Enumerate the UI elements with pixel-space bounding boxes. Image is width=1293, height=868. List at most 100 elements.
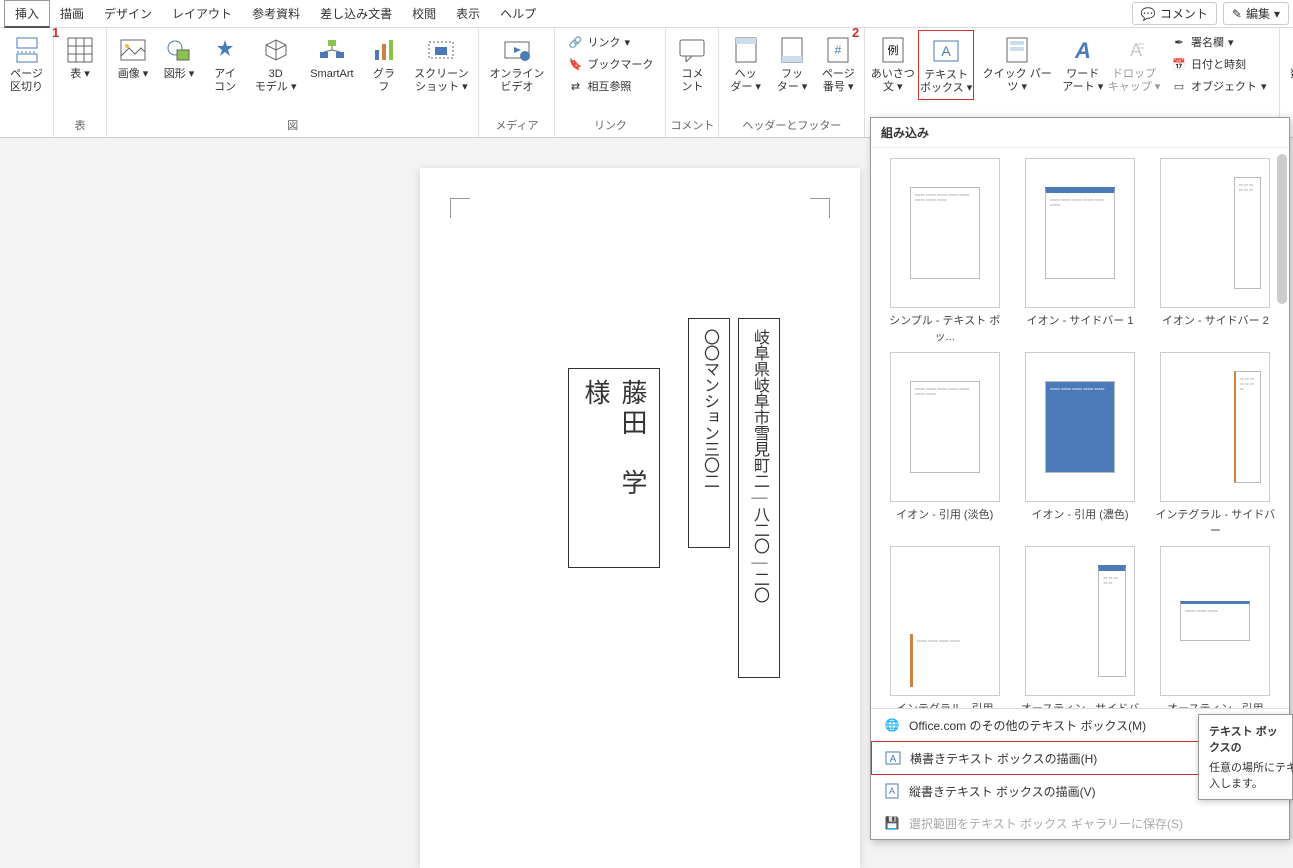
dropdown-gallery[interactable]: xxxxx xxxxx xxxxx xxxxx xxxxx xxxxx xxxx… bbox=[871, 148, 1289, 708]
office-label: Office.com のその他のテキスト ボックス(M) bbox=[909, 717, 1146, 734]
chart-icon bbox=[368, 34, 400, 66]
svg-text:#: # bbox=[835, 43, 842, 57]
greeting-button[interactable]: 例あいさつ 文 ▾ bbox=[869, 30, 916, 98]
menu-bar: 挿入 描画 デザイン レイアウト 参考資料 差し込み文書 校閲 表示 ヘルプ 💬… bbox=[0, 0, 1293, 28]
shapes-label: 図形 bbox=[164, 68, 186, 80]
dropcap-icon: A bbox=[1118, 34, 1150, 66]
margin-corner bbox=[810, 198, 830, 218]
tab-insert[interactable]: 挿入 bbox=[4, 0, 50, 28]
pagenum-button[interactable]: #ページ 番号 ▾ bbox=[816, 30, 860, 98]
tab-draw[interactable]: 描画 bbox=[50, 1, 94, 26]
online-video-button[interactable]: オンライン ビデオ bbox=[483, 30, 550, 98]
gallery-item[interactable]: xx xx xx xx xxオースティン - サイドバー bbox=[1016, 546, 1143, 708]
scrollbar[interactable] bbox=[1277, 154, 1287, 304]
gallery-item[interactable]: xxxxx xxxxx xxxxx xxxxxインテグラル - 引用 bbox=[881, 546, 1008, 708]
image-button[interactable]: 画像 ▾ bbox=[111, 30, 155, 85]
equation-button[interactable]: π数式 ▾ bbox=[1284, 30, 1293, 85]
chart-label: グラフ bbox=[368, 68, 401, 94]
datetime-button[interactable]: 📅日付と時刻 bbox=[1167, 54, 1271, 74]
crossref-icon: ⇄ bbox=[567, 78, 583, 94]
signature-icon: ✒ bbox=[1171, 34, 1187, 50]
gallery-label: オースティン - サイドバー bbox=[1016, 700, 1143, 708]
save-icon: 💾 bbox=[883, 814, 901, 832]
wordart-button[interactable]: Aワード アート ▾ bbox=[1060, 30, 1105, 98]
group-illustrations-label: 図 bbox=[111, 115, 474, 135]
comment-button[interactable]: コメント bbox=[670, 30, 714, 98]
greeting-label: あいさつ 文 bbox=[871, 68, 915, 93]
gallery-label: インテグラル - サイドバー bbox=[1152, 506, 1279, 538]
tab-layout[interactable]: レイアウト bbox=[162, 1, 242, 26]
video-label: オンライン ビデオ bbox=[489, 68, 544, 94]
smartart-icon bbox=[316, 34, 348, 66]
image-label: 画像 bbox=[118, 68, 140, 80]
page-break-button[interactable]: ページ 区切り bbox=[4, 30, 49, 98]
tab-help[interactable]: ヘルプ bbox=[490, 1, 546, 26]
signature-button[interactable]: ✒署名欄 ▾ bbox=[1167, 32, 1271, 52]
3d-label: 3D モデル bbox=[255, 68, 288, 93]
header-button[interactable]: ヘッダー ▾ bbox=[723, 30, 767, 98]
gallery-label: イオン - サイドバー 1 bbox=[1027, 312, 1134, 328]
dropcap-button[interactable]: Aドロップ キャップ ▾ bbox=[1107, 30, 1161, 98]
cube-icon bbox=[260, 34, 292, 66]
dropdown-header: 組み込み bbox=[871, 118, 1289, 148]
screenshot-icon bbox=[425, 34, 457, 66]
shapes-button[interactable]: 図形 ▾ bbox=[157, 30, 201, 85]
chevron-down-icon: ▾ bbox=[1274, 7, 1280, 21]
apartment-textbox[interactable]: 〇〇マンション三〇二 bbox=[688, 318, 730, 548]
group-table-label: 表 bbox=[58, 115, 102, 135]
textbox-button[interactable]: Aテキスト ボックス ▾ bbox=[918, 30, 974, 100]
bookmark-icon: 🔖 bbox=[567, 56, 583, 72]
save-selection-gallery: 💾選択範囲をテキスト ボックス ギャラリーに保存(S) bbox=[871, 807, 1289, 839]
pagenum-label: ページ 番号 bbox=[822, 68, 855, 93]
gallery-label: インテグラル - 引用 bbox=[896, 700, 994, 708]
gallery-item[interactable]: xx xx xx xx xx xxイオン - サイドバー 2 bbox=[1152, 158, 1279, 344]
tab-design[interactable]: デザイン bbox=[94, 1, 162, 26]
bookmark-button[interactable]: 🔖ブックマーク bbox=[563, 54, 657, 74]
link-icon: 🔗 bbox=[567, 34, 583, 50]
gallery-item[interactable]: xxxxx xxxxx xxxxx xxxxx xxxxx xxxxx xxxx… bbox=[881, 352, 1008, 538]
globe-icon: 🌐 bbox=[883, 716, 901, 734]
group-table: 表 ▾ 表 bbox=[54, 28, 107, 137]
comments-button[interactable]: 💬 コメント bbox=[1132, 2, 1217, 25]
object-button[interactable]: ▭オブジェクト ▾ bbox=[1167, 76, 1271, 96]
pagenum-icon: # bbox=[822, 34, 854, 66]
table-label: 表 bbox=[70, 68, 81, 80]
tab-view[interactable]: 表示 bbox=[446, 1, 490, 26]
chart-button[interactable]: グラフ bbox=[362, 30, 407, 98]
footer-button[interactable]: フッター ▾ bbox=[770, 30, 814, 98]
svg-text:A: A bbox=[1074, 38, 1091, 62]
name-textbox[interactable]: 藤田 学 様 bbox=[568, 368, 660, 568]
crossref-label: 相互参照 bbox=[587, 78, 631, 94]
gallery-item[interactable]: xxxxx xxxxx xxxxxオースティン - 引用 bbox=[1152, 546, 1279, 708]
gallery-item[interactable]: xx xx xx xx xx xx xxインテグラル - サイドバー bbox=[1152, 352, 1279, 538]
edit-button[interactable]: ✎ 編集 ▾ bbox=[1223, 2, 1289, 25]
tab-review[interactable]: 校閲 bbox=[402, 1, 446, 26]
tab-references[interactable]: 参考資料 bbox=[242, 1, 310, 26]
group-comments: コメント コメント bbox=[666, 28, 719, 137]
link-button[interactable]: 🔗リンク ▾ bbox=[563, 32, 657, 52]
screenshot-button[interactable]: スクリーン ショット ▾ bbox=[408, 30, 474, 98]
crossref-button[interactable]: ⇄相互参照 bbox=[563, 76, 657, 96]
gallery-item[interactable]: xxxxx xxxxx xxxxx xxxxx xxxxx xxxxxイオン -… bbox=[1016, 158, 1143, 344]
table-button[interactable]: 表 ▾ bbox=[58, 30, 102, 85]
group-links: 🔗リンク ▾ 🔖ブックマーク ⇄相互参照 リンク bbox=[555, 28, 666, 137]
footer-label: フッター bbox=[777, 68, 803, 93]
smartart-button[interactable]: SmartArt bbox=[304, 30, 359, 85]
footer-icon bbox=[776, 34, 808, 66]
bookmark-label: ブックマーク bbox=[587, 56, 653, 72]
tab-mailings[interactable]: 差し込み文書 bbox=[310, 1, 402, 26]
gallery-label: シンプル - テキスト ボッ... bbox=[881, 312, 1008, 344]
quickparts-button[interactable]: クイック パーツ ▾ bbox=[976, 30, 1058, 98]
icons-button[interactable]: アイ コン bbox=[203, 30, 247, 98]
gallery-item[interactable]: xxxxx xxxxx xxxxx xxxxx xxxxxイオン - 引用 (濃… bbox=[1016, 352, 1143, 538]
textbox-label: テキスト ボックス bbox=[920, 69, 968, 94]
address-textbox[interactable]: 岐阜県岐阜市雪見町二―八二〇―二〇 bbox=[738, 318, 780, 678]
page: 岐阜県岐阜市雪見町二―八二〇―二〇 〇〇マンション三〇二 藤田 学 様 bbox=[420, 168, 860, 868]
screenshot-label: スクリーン ショット bbox=[414, 68, 468, 93]
vert-label: 縦書きテキスト ボックスの描画(V) bbox=[909, 783, 1096, 800]
horiz-label: 横書きテキスト ボックスの描画(H) bbox=[910, 750, 1097, 767]
margin-corner bbox=[450, 198, 470, 218]
gallery-item[interactable]: xxxxx xxxxx xxxxx xxxxx xxxxx xxxxx xxxx… bbox=[881, 158, 1008, 344]
page-break-icon bbox=[11, 34, 43, 66]
3d-models-button[interactable]: 3D モデル ▾ bbox=[249, 30, 302, 98]
